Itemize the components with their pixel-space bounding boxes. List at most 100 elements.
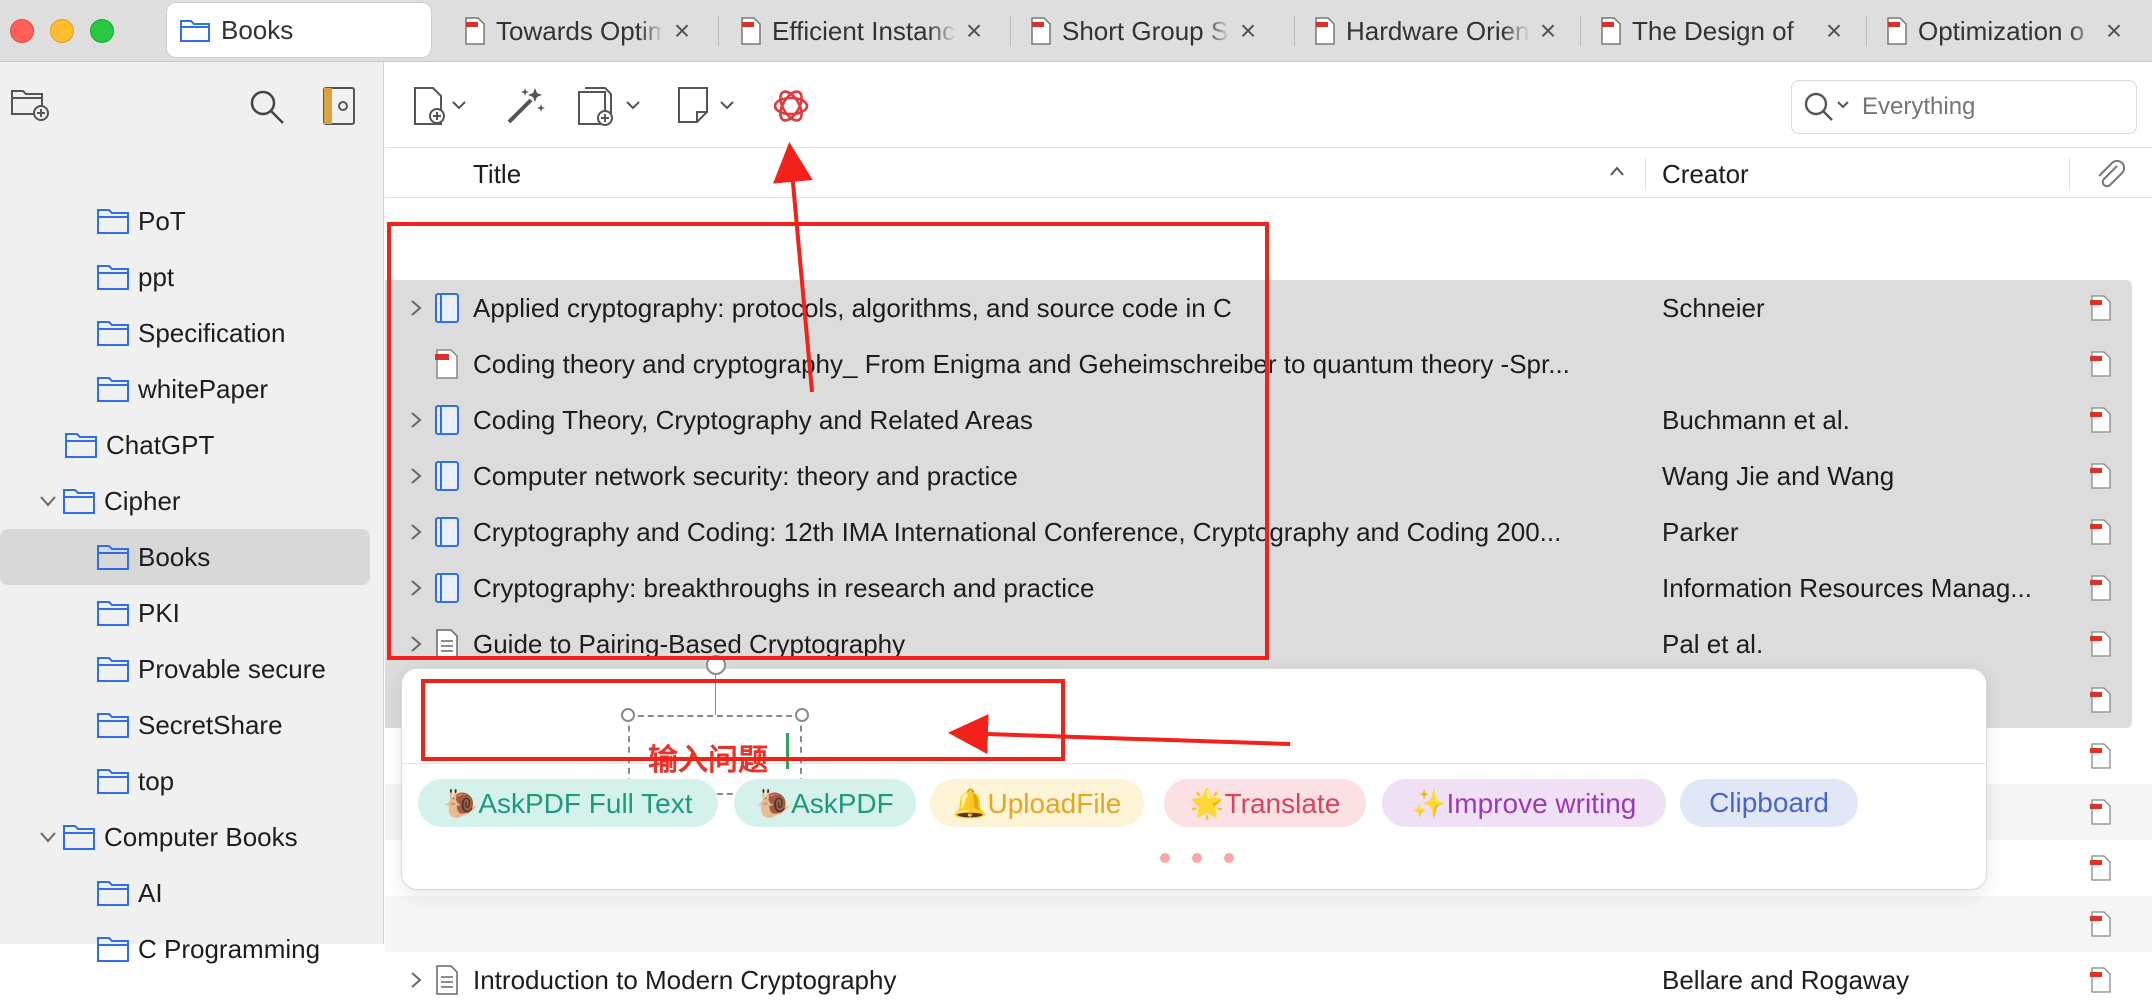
sidebar-item-top[interactable]: top bbox=[0, 753, 370, 809]
tab-title: The Design of bbox=[1632, 15, 1794, 46]
minimize-window-button[interactable] bbox=[50, 19, 74, 43]
tab-pdf-2[interactable]: Efficient Instance × bbox=[728, 3, 1000, 59]
sidebar-item-ai[interactable]: AI bbox=[0, 865, 370, 921]
new-collection-icon[interactable] bbox=[10, 86, 50, 122]
add-by-identifier-button[interactable] bbox=[503, 84, 547, 128]
tab-pdf-3[interactable]: Short Group Sig × bbox=[1018, 3, 1274, 59]
pdf-attachment-icon[interactable] bbox=[2089, 911, 2113, 937]
chevron-down-icon[interactable] bbox=[38, 827, 58, 847]
sidebar-item-label: Specification bbox=[138, 317, 286, 348]
sidebar-item-computer-books[interactable]: Computer Books bbox=[0, 809, 370, 865]
pdf-attachment-icon[interactable] bbox=[2089, 463, 2113, 489]
folder-icon bbox=[63, 489, 95, 514]
folder-icon bbox=[97, 321, 129, 346]
column-separator[interactable] bbox=[1645, 158, 1646, 190]
chip-uploadfile[interactable]: 🔔UploadFile bbox=[930, 779, 1144, 827]
more-dots[interactable] bbox=[1160, 853, 1234, 863]
chip-askpdf-full-text[interactable]: 🐌AskPDF Full Text bbox=[418, 779, 718, 827]
sidebar-item-label: top bbox=[138, 765, 175, 796]
search-icon bbox=[1804, 92, 1849, 121]
close-tab-button[interactable]: × bbox=[2102, 17, 2126, 45]
tab-pdf-5[interactable]: The Design of × bbox=[1588, 3, 1860, 59]
attachment-column-icon[interactable] bbox=[2095, 160, 2125, 188]
table-row[interactable]: Introduction to Modern Cryptography Bella… bbox=[385, 952, 2152, 1008]
chip-clipboard[interactable]: Clipboard bbox=[1680, 779, 1858, 827]
pdf-attachment-icon[interactable] bbox=[2089, 519, 2113, 545]
pdf-attachment-icon[interactable] bbox=[2089, 799, 2113, 825]
tab-title: Hardware Oriented bbox=[1346, 15, 1530, 46]
sidebar-item-pki[interactable]: PKI bbox=[0, 585, 370, 641]
tab-title: Towards Optimal bbox=[496, 15, 664, 46]
folder-icon bbox=[97, 937, 129, 962]
folder-icon bbox=[97, 209, 129, 234]
sidebar-item-label: whitePaper bbox=[138, 373, 269, 404]
pdf-icon bbox=[1030, 17, 1052, 45]
pdf-attachment-icon[interactable] bbox=[2089, 295, 2113, 321]
sidebar-item-label: ChatGPT bbox=[106, 429, 215, 460]
search-input[interactable] bbox=[1862, 93, 2102, 121]
sort-ascending-icon[interactable] bbox=[1607, 162, 1627, 182]
close-tab-button[interactable]: × bbox=[962, 17, 986, 45]
close-tab-button[interactable]: × bbox=[670, 17, 694, 45]
zoom-window-button[interactable] bbox=[90, 19, 114, 43]
tag-selector-icon[interactable] bbox=[322, 86, 356, 126]
folder-icon bbox=[97, 769, 129, 794]
pdf-attachment-icon[interactable] bbox=[2089, 631, 2113, 657]
tab-pdf-4[interactable]: Hardware Oriented × bbox=[1302, 3, 1574, 59]
close-tab-button[interactable]: × bbox=[1822, 17, 1846, 45]
column-title-header[interactable]: Title bbox=[473, 159, 521, 190]
pdf-attachment-icon[interactable] bbox=[2089, 575, 2113, 601]
chevron-right-icon[interactable] bbox=[407, 970, 425, 990]
close-tab-button[interactable]: × bbox=[1236, 17, 1260, 45]
tab-title: Efficient Instance bbox=[772, 15, 956, 46]
sidebar-item-secretshare[interactable]: SecretShare bbox=[0, 697, 370, 753]
chip-label: Clipboard bbox=[1709, 787, 1829, 818]
sidebar-item-cipher[interactable]: Cipher bbox=[0, 473, 370, 529]
chip-askpdf[interactable]: 🐌AskPDF bbox=[734, 779, 916, 827]
items-toolbar bbox=[385, 62, 2152, 148]
tab-pdf-1[interactable]: Towards Optimal × bbox=[452, 3, 708, 59]
pdf-icon bbox=[1600, 17, 1622, 45]
folder-icon bbox=[97, 545, 129, 570]
new-item-icon bbox=[414, 87, 466, 125]
chatgpt-button[interactable] bbox=[769, 84, 813, 128]
tab-library-books[interactable]: Books bbox=[166, 2, 432, 58]
sidebar-item-label: PKI bbox=[138, 597, 180, 628]
chip-translate[interactable]: 🌟Translate bbox=[1164, 779, 1366, 827]
tab-separator bbox=[1866, 16, 1867, 46]
sidebar-item-ppt[interactable]: ppt bbox=[0, 249, 370, 305]
pdf-attachment-icon[interactable] bbox=[2089, 687, 2113, 713]
pdf-attachment-icon[interactable] bbox=[2089, 351, 2113, 377]
new-note-button[interactable] bbox=[675, 84, 739, 128]
sidebar-item-books[interactable]: Books bbox=[0, 529, 370, 585]
chip-label: 🔔UploadFile bbox=[952, 787, 1122, 819]
close-tab-button[interactable]: × bbox=[1536, 17, 1560, 45]
pdf-attachment-icon[interactable] bbox=[2089, 855, 2113, 881]
close-window-button[interactable] bbox=[10, 19, 34, 43]
column-creator-header[interactable]: Creator bbox=[1662, 159, 1749, 190]
sidebar-item-label: Computer Books bbox=[104, 821, 298, 852]
pdf-attachment-icon[interactable] bbox=[2089, 407, 2113, 433]
pdf-attachment-icon[interactable] bbox=[2089, 743, 2113, 769]
sidebar-item-provable-secure[interactable]: Provable secure bbox=[0, 641, 370, 697]
sidebar-item-whitepaper[interactable]: whitePaper bbox=[0, 361, 370, 417]
folder-icon bbox=[97, 657, 129, 682]
tab-pdf-6[interactable]: Optimization o × bbox=[1874, 3, 2140, 59]
search-field[interactable] bbox=[1791, 80, 2137, 134]
sidebar-item-c-programming[interactable]: C Programming bbox=[0, 921, 370, 977]
chip-label: 🐌AskPDF Full Text bbox=[443, 787, 693, 819]
new-item-button[interactable] bbox=[411, 84, 469, 128]
folder-icon bbox=[97, 881, 129, 906]
row-title: Introduction to Modern Cryptography bbox=[473, 965, 897, 995]
sidebar-item-chatgpt[interactable]: ChatGPT bbox=[0, 417, 370, 473]
pdf-attachment-icon[interactable] bbox=[2089, 967, 2113, 993]
new-attachment-button[interactable] bbox=[575, 84, 645, 128]
chevron-down-icon[interactable] bbox=[38, 491, 58, 511]
folder-icon bbox=[97, 377, 129, 402]
column-separator[interactable] bbox=[2069, 158, 2070, 190]
search-icon[interactable] bbox=[248, 88, 286, 126]
chip-improve-writing[interactable]: ✨Improve writing bbox=[1382, 779, 1666, 827]
sidebar-item-specification[interactable]: Specification bbox=[0, 305, 370, 361]
folder-icon bbox=[179, 17, 211, 43]
sidebar-item-pot[interactable]: PoT bbox=[0, 193, 370, 249]
